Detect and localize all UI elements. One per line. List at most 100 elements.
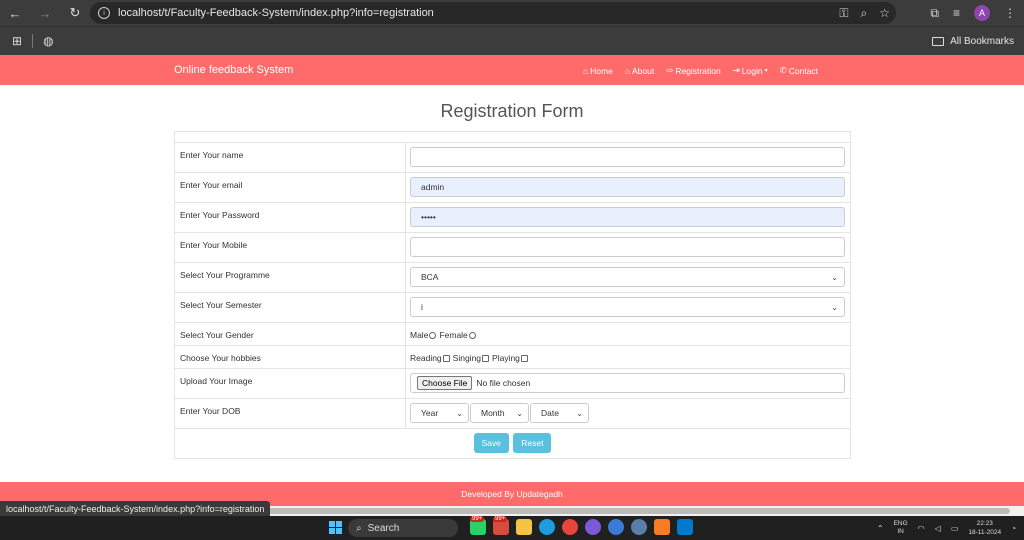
gender-female-radio[interactable] bbox=[468, 331, 476, 339]
email-input[interactable]: admin bbox=[410, 177, 845, 197]
edge-icon[interactable] bbox=[539, 519, 555, 535]
back-icon[interactable]: ← bbox=[4, 2, 26, 24]
hobbies-label: Choose Your hobbies bbox=[174, 345, 406, 369]
nav-contact[interactable]: ✆ Contact bbox=[780, 65, 818, 76]
home-icon: ⌂ bbox=[624, 65, 630, 76]
dob-label: Enter Your DOB bbox=[174, 398, 406, 429]
chevron-down-icon: ⌄ bbox=[516, 408, 523, 418]
chevron-down-icon: ⌄ bbox=[576, 408, 583, 418]
settings-icon[interactable] bbox=[631, 519, 647, 535]
notification-icon[interactable]: ◔ bbox=[1011, 524, 1016, 533]
dob-month-select[interactable]: Month ⌄ bbox=[470, 403, 529, 423]
chevron-down-icon: ⌄ bbox=[456, 408, 463, 418]
mobile-label: Enter Your Mobile bbox=[174, 232, 406, 263]
site-navbar: Online feedback System ⌂ Home ⌂ About ⇨ Reg… bbox=[0, 55, 1024, 85]
avatar[interactable]: A bbox=[974, 5, 990, 21]
url-text: localhost/t/Faculty-Feedback-System/inde… bbox=[118, 7, 434, 19]
chrome-profile-icon-2[interactable] bbox=[608, 519, 624, 535]
programme-label: Select Your Programme bbox=[174, 262, 406, 293]
file-explorer-icon[interactable] bbox=[516, 519, 532, 535]
image-file-input[interactable]: Choose File No file chosen bbox=[410, 373, 845, 393]
key-icon[interactable]: ⚿ bbox=[839, 6, 848, 21]
image-label: Upload Your Image bbox=[174, 368, 406, 399]
apps-icon[interactable]: ⊞ bbox=[12, 34, 22, 48]
windows-start-icon[interactable] bbox=[329, 521, 342, 534]
semester-select[interactable]: i ⌄ bbox=[410, 297, 845, 317]
table-spacer bbox=[174, 131, 851, 143]
browser-toolbar: ← → ↻ i localhost/t/Faculty-Feedback-Sys… bbox=[0, 0, 1024, 26]
bookmarks-bar: ⊞ ◍ All Bookmarks bbox=[0, 26, 1024, 55]
status-url: localhost/t/Faculty-Feedback-System/inde… bbox=[0, 501, 271, 517]
menu-icon[interactable]: ⋮ bbox=[1004, 6, 1016, 20]
programme-select[interactable]: BCA ⌄ bbox=[410, 267, 845, 287]
nav-login[interactable]: ⇥ Login ▾ bbox=[733, 65, 768, 76]
gender-male-label: Male bbox=[410, 330, 429, 340]
reload-icon[interactable]: ↻ bbox=[64, 2, 86, 24]
choose-file-button[interactable]: Choose File bbox=[417, 376, 473, 390]
hobby-singing-label: Singing bbox=[452, 353, 482, 363]
name-label: Enter Your name bbox=[174, 142, 406, 173]
battery-icon[interactable]: ▭ bbox=[951, 524, 959, 533]
folder-icon bbox=[932, 37, 945, 46]
dob-year-select[interactable]: Year ⌄ bbox=[410, 403, 469, 423]
gender-label: Select Your Gender bbox=[174, 322, 406, 346]
signin-icon: ⇨ bbox=[666, 65, 674, 75]
nav-registration[interactable]: ⇨ Registration bbox=[666, 65, 720, 76]
zoom-icon[interactable]: ⌕ bbox=[861, 6, 868, 21]
chrome-profile-icon[interactable] bbox=[585, 519, 601, 535]
hobby-reading-checkbox[interactable] bbox=[442, 354, 450, 362]
home-icon: ⌂ bbox=[583, 65, 589, 76]
chevron-down-icon: ⌄ bbox=[831, 302, 838, 312]
page-title: Registration Form bbox=[440, 101, 584, 121]
hobby-playing-checkbox[interactable] bbox=[520, 354, 528, 362]
extensions-icon[interactable]: ⧉ bbox=[930, 6, 939, 21]
xampp-icon[interactable] bbox=[654, 519, 670, 535]
gender-female-label: Female bbox=[439, 330, 468, 340]
email-label: Enter Your email bbox=[174, 172, 406, 203]
address-bar[interactable]: i localhost/t/Faculty-Feedback-System/in… bbox=[90, 2, 896, 24]
search-icon: ⌕ bbox=[356, 522, 362, 534]
nav-home[interactable]: ⌂ Home bbox=[583, 65, 613, 76]
all-bookmarks-label: All Bookmarks bbox=[950, 36, 1014, 47]
taskbar: ⌕ Search 99+ 99+ ⌃ ENG IN ◠ ◁ ▭ 22:23 18… bbox=[0, 516, 1024, 540]
all-bookmarks-button[interactable]: All Bookmarks bbox=[932, 27, 1014, 56]
file-status: No file chosen bbox=[476, 378, 531, 388]
whatsapp-icon[interactable]: 99+ bbox=[470, 516, 486, 535]
caret-down-icon: ▾ bbox=[764, 68, 768, 74]
app-icon[interactable]: 99+ bbox=[493, 516, 509, 535]
hobby-singing-checkbox[interactable] bbox=[482, 354, 490, 362]
registration-form: Enter Your name Enter Your email admin E… bbox=[174, 131, 851, 459]
notification-badge: 99+ bbox=[470, 516, 485, 522]
globe-icon[interactable]: ◍ bbox=[43, 34, 53, 48]
login-icon: ⇥ bbox=[732, 65, 740, 75]
password-input[interactable]: ••••• bbox=[410, 207, 845, 227]
nav-about[interactable]: ⌂ About bbox=[625, 65, 654, 76]
hobby-reading-label: Reading bbox=[410, 353, 442, 363]
password-label: Enter Your Password bbox=[174, 202, 406, 233]
hobby-playing-label: Playing bbox=[492, 353, 520, 363]
site-info-icon[interactable]: i bbox=[98, 7, 110, 19]
taskbar-search[interactable]: ⌕ Search bbox=[348, 519, 458, 537]
vscode-icon[interactable] bbox=[677, 519, 693, 535]
mobile-input[interactable] bbox=[410, 237, 845, 257]
chrome-icon[interactable] bbox=[562, 519, 578, 535]
save-button[interactable]: Save bbox=[473, 433, 509, 453]
reset-button[interactable]: Reset bbox=[513, 433, 552, 453]
volume-icon[interactable]: ◁ bbox=[935, 524, 941, 533]
phone-icon: ✆ bbox=[779, 65, 787, 75]
chevron-up-icon[interactable]: ⌃ bbox=[877, 524, 884, 533]
name-input[interactable] bbox=[410, 147, 845, 167]
language-indicator[interactable]: ENG IN bbox=[894, 520, 908, 536]
gender-male-radio[interactable] bbox=[429, 331, 437, 339]
wifi-icon[interactable]: ◠ bbox=[918, 524, 925, 533]
notification-badge: 99+ bbox=[493, 516, 508, 522]
clock[interactable]: 22:23 18-11-2024 bbox=[968, 519, 1001, 537]
divider bbox=[32, 34, 34, 48]
site-brand[interactable]: Online feedback System bbox=[174, 64, 293, 76]
chevron-down-icon: ⌄ bbox=[831, 272, 838, 282]
dob-date-select[interactable]: Date ⌄ bbox=[530, 403, 589, 423]
star-icon[interactable]: ☆ bbox=[879, 6, 890, 20]
reading-list-icon[interactable]: ≡ bbox=[953, 6, 960, 20]
forward-icon[interactable]: → bbox=[34, 2, 56, 24]
semester-label: Select Your Semester bbox=[174, 292, 406, 323]
